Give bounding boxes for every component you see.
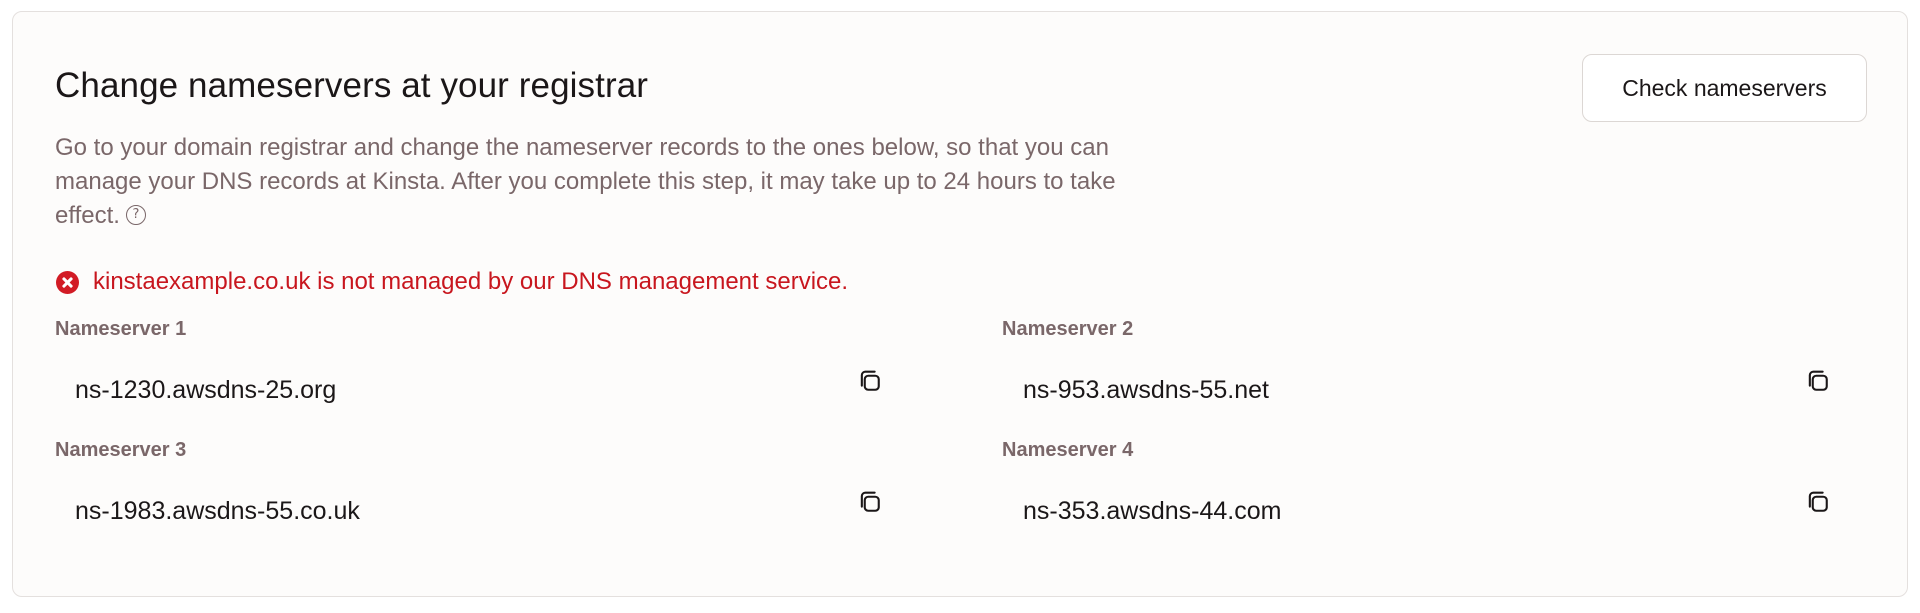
copy-icon[interactable] [1804, 488, 1832, 516]
nameserver-1-value: ns-1230.awsdns-25.org [75, 376, 337, 404]
nameserver-4-label: Nameserver 4 [1002, 439, 1134, 461]
copy-icon[interactable] [1804, 367, 1832, 395]
nameserver-1-label: Nameserver 1 [55, 318, 187, 340]
x-circle-icon [56, 270, 79, 294]
page-title: Change nameservers at your registrar [55, 66, 649, 105]
nameserver-3-label: Nameserver 3 [55, 439, 187, 461]
nameserver-2-value: ns-953.awsdns-55.net [1023, 376, 1269, 404]
copy-icon[interactable] [856, 367, 884, 395]
error-text: kinstaexample.co.uk is not managed by ou… [93, 268, 849, 295]
nameserver-4-value: ns-353.awsdns-44.com [1023, 497, 1282, 525]
instructions-body: Go to your domain registrar and change t… [55, 134, 1116, 229]
copy-icon[interactable] [856, 488, 884, 516]
nameserver-2-label: Nameserver 2 [1002, 318, 1134, 340]
question-circle-icon[interactable]: ? [125, 205, 146, 225]
error-message: kinstaexample.co.uk is not managed by ou… [56, 268, 848, 296]
instructions-text: Go to your domain registrar and change t… [55, 131, 1185, 233]
nameserver-3-value: ns-1983.awsdns-55.co.uk [75, 497, 360, 525]
nameservers-card: Change nameservers at your registrar Go … [12, 11, 1908, 597]
check-nameservers-button[interactable]: Check nameservers [1582, 54, 1867, 122]
